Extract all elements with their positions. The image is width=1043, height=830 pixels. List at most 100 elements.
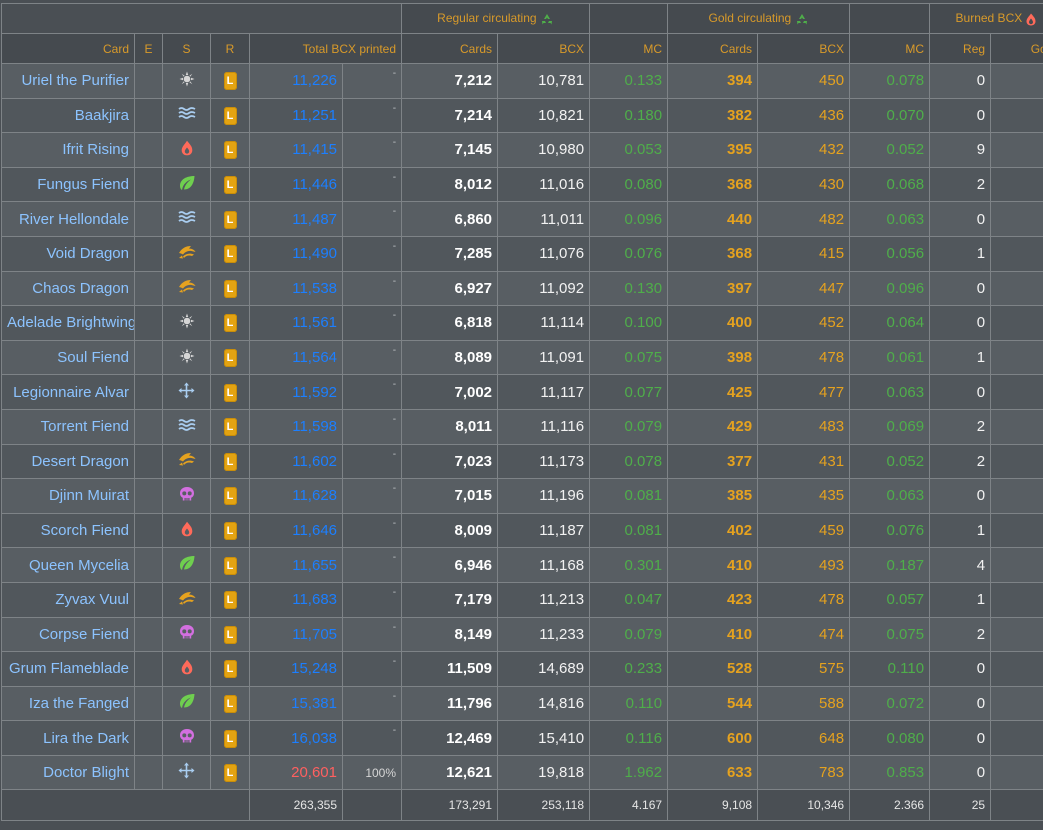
burned-reg-cell: 2	[930, 409, 991, 444]
total-bcx-printed-link[interactable]: 11,655	[250, 548, 343, 583]
total-bcx-printed-link[interactable]: 11,538	[250, 271, 343, 306]
card-name-link[interactable]: Chaos Dragon	[2, 271, 135, 306]
total-bcx-printed-link[interactable]: 16,038	[250, 721, 343, 756]
table-row[interactable]: Legionnaire Alvar L 11,592 - 7,002 11,11…	[2, 375, 1043, 410]
table-row[interactable]: Doctor Blight L 20,601 100% 12,621 19,81…	[2, 755, 1043, 790]
total-gold-bcx: 10,346	[758, 790, 850, 821]
regular-cards-cell: 7,179	[402, 582, 498, 617]
card-name-link[interactable]: Zyvax Vuul	[2, 582, 135, 617]
total-bcx-printed-link[interactable]: 11,226	[250, 64, 343, 99]
total-bcx-printed-link[interactable]: 20,601	[250, 755, 343, 790]
table-row[interactable]: Corpse Fiend L 11,705 - 8,149 11,233 0.0…	[2, 617, 1043, 652]
table-row[interactable]: Baakjira L 11,251 - 7,214 10,821 0.180 3…	[2, 98, 1043, 133]
card-name-link[interactable]: Grum Flameblade	[2, 652, 135, 687]
table-row[interactable]: Grum Flameblade L 15,248 - 11,509 14,689…	[2, 652, 1043, 687]
splinter-cell	[163, 652, 211, 687]
table-row[interactable]: Desert Dragon L 11,602 - 7,023 11,173 0.…	[2, 444, 1043, 479]
col-regular-mc[interactable]: MC	[590, 34, 668, 64]
card-name-link[interactable]: Void Dragon	[2, 236, 135, 271]
card-name-link[interactable]: Baakjira	[2, 98, 135, 133]
rarity-badge: L	[224, 141, 237, 159]
regular-mc-cell: 0.079	[590, 617, 668, 652]
total-bcx-printed-link[interactable]: 11,415	[250, 133, 343, 168]
card-name-link[interactable]: Adelade Brightwing	[2, 306, 135, 341]
col-gold-mc[interactable]: MC	[850, 34, 930, 64]
table-row[interactable]: Chaos Dragon L 11,538 - 6,927 11,092 0.1…	[2, 271, 1043, 306]
table-row[interactable]: Fungus Fiend L 11,446 - 8,012 11,016 0.0…	[2, 167, 1043, 202]
card-name-link[interactable]: Doctor Blight	[2, 755, 135, 790]
gold-mc-cell: 0.072	[850, 686, 930, 721]
card-name-link[interactable]: Fungus Fiend	[2, 167, 135, 202]
table-row[interactable]: Djinn Muirat L 11,628 - 7,015 11,196 0.0…	[2, 479, 1043, 514]
card-name-link[interactable]: Queen Mycelia	[2, 548, 135, 583]
rarity-badge: L	[224, 730, 237, 748]
card-name-link[interactable]: Corpse Fiend	[2, 617, 135, 652]
dragon-splinter-icon	[177, 244, 197, 264]
earth-splinter-icon	[178, 555, 196, 575]
table-row[interactable]: Uriel the Purifier L 11,226 - 7,212 10,7…	[2, 64, 1043, 99]
total-bcx-printed-link[interactable]: 11,592	[250, 375, 343, 410]
total-bcx-printed-link[interactable]: 15,381	[250, 686, 343, 721]
gold-cards-cell: 377	[668, 444, 758, 479]
burned-gold-cell: 0	[991, 340, 1043, 375]
card-name-link[interactable]: Soul Fiend	[2, 340, 135, 375]
card-name-link[interactable]: Djinn Muirat	[2, 479, 135, 514]
col-regular-cards[interactable]: Cards	[402, 34, 498, 64]
total-bcx-printed-link[interactable]: 11,646	[250, 513, 343, 548]
col-burned-gold[interactable]: Gold	[991, 34, 1043, 64]
total-bcx-printed-link[interactable]: 11,564	[250, 340, 343, 375]
splinter-cell	[163, 409, 211, 444]
col-edition[interactable]: E	[135, 34, 163, 64]
total-bcx-printed-link[interactable]: 11,602	[250, 444, 343, 479]
card-name-link[interactable]: Desert Dragon	[2, 444, 135, 479]
card-name-link[interactable]: Legionnaire Alvar	[2, 375, 135, 410]
card-name-link[interactable]: Uriel the Purifier	[2, 64, 135, 99]
col-burned-reg[interactable]: Reg	[930, 34, 991, 64]
col-regular-bcx[interactable]: BCX	[498, 34, 590, 64]
rarity-badge: L	[224, 522, 237, 540]
total-bcx-printed-link[interactable]: 11,628	[250, 479, 343, 514]
table-row[interactable]: River Hellondale L 11,487 - 6,860 11,011…	[2, 202, 1043, 237]
total-bcx-printed-link[interactable]: 11,251	[250, 98, 343, 133]
card-name-link[interactable]: River Hellondale	[2, 202, 135, 237]
col-card[interactable]: Card	[2, 34, 135, 64]
table-row[interactable]: Zyvax Vuul L 11,683 - 7,179 11,213 0.047…	[2, 582, 1043, 617]
col-total-bcx-printed[interactable]: Total BCX printed	[250, 34, 402, 64]
gold-cards-cell: 368	[668, 167, 758, 202]
total-bcx-printed-link[interactable]: 11,561	[250, 306, 343, 341]
regular-cards-cell: 7,002	[402, 375, 498, 410]
table-row[interactable]: Scorch Fiend L 11,646 - 8,009 11,187 0.0…	[2, 513, 1043, 548]
splinter-cell	[163, 340, 211, 375]
total-bcx-printed-link[interactable]: 11,705	[250, 617, 343, 652]
total-bcx-printed-link[interactable]: 11,487	[250, 202, 343, 237]
col-rarity[interactable]: R	[211, 34, 250, 64]
table-row[interactable]: Void Dragon L 11,490 - 7,285 11,076 0.07…	[2, 236, 1043, 271]
col-gold-bcx[interactable]: BCX	[758, 34, 850, 64]
col-splinter[interactable]: S	[163, 34, 211, 64]
regular-mc-cell: 0.301	[590, 548, 668, 583]
splinter-cell	[163, 271, 211, 306]
rarity-cell: L	[211, 236, 250, 271]
table-row[interactable]: Soul Fiend L 11,564 - 8,089 11,091 0.075…	[2, 340, 1043, 375]
gold-mc-cell: 0.853	[850, 755, 930, 790]
table-row[interactable]: Torrent Fiend L 11,598 - 8,011 11,116 0.…	[2, 409, 1043, 444]
table-row[interactable]: Iza the Fanged L 15,381 - 11,796 14,816 …	[2, 686, 1043, 721]
total-bcx-printed-link[interactable]: 11,598	[250, 409, 343, 444]
card-name-link[interactable]: Scorch Fiend	[2, 513, 135, 548]
card-name-link[interactable]: Torrent Fiend	[2, 409, 135, 444]
total-bcx-printed-link[interactable]: 11,683	[250, 582, 343, 617]
table-row[interactable]: Ifrit Rising L 11,415 - 7,145 10,980 0.0…	[2, 133, 1043, 168]
card-name-link[interactable]: Lira the Dark	[2, 721, 135, 756]
total-bcx-printed-link[interactable]: 11,446	[250, 167, 343, 202]
total-bcx-printed-link[interactable]: 11,490	[250, 236, 343, 271]
gold-cards-cell: 385	[668, 479, 758, 514]
col-gold-cards[interactable]: Cards	[668, 34, 758, 64]
edition-cell	[135, 409, 163, 444]
table-row[interactable]: Lira the Dark L 16,038 - 12,469 15,410 0…	[2, 721, 1043, 756]
table-row[interactable]: Adelade Brightwing L 11,561 - 6,818 11,1…	[2, 306, 1043, 341]
card-name-link[interactable]: Iza the Fanged	[2, 686, 135, 721]
total-bcx-printed-link[interactable]: 15,248	[250, 652, 343, 687]
card-name-link[interactable]: Ifrit Rising	[2, 133, 135, 168]
table-row[interactable]: Queen Mycelia L 11,655 - 6,946 11,168 0.…	[2, 548, 1043, 583]
rarity-cell: L	[211, 686, 250, 721]
